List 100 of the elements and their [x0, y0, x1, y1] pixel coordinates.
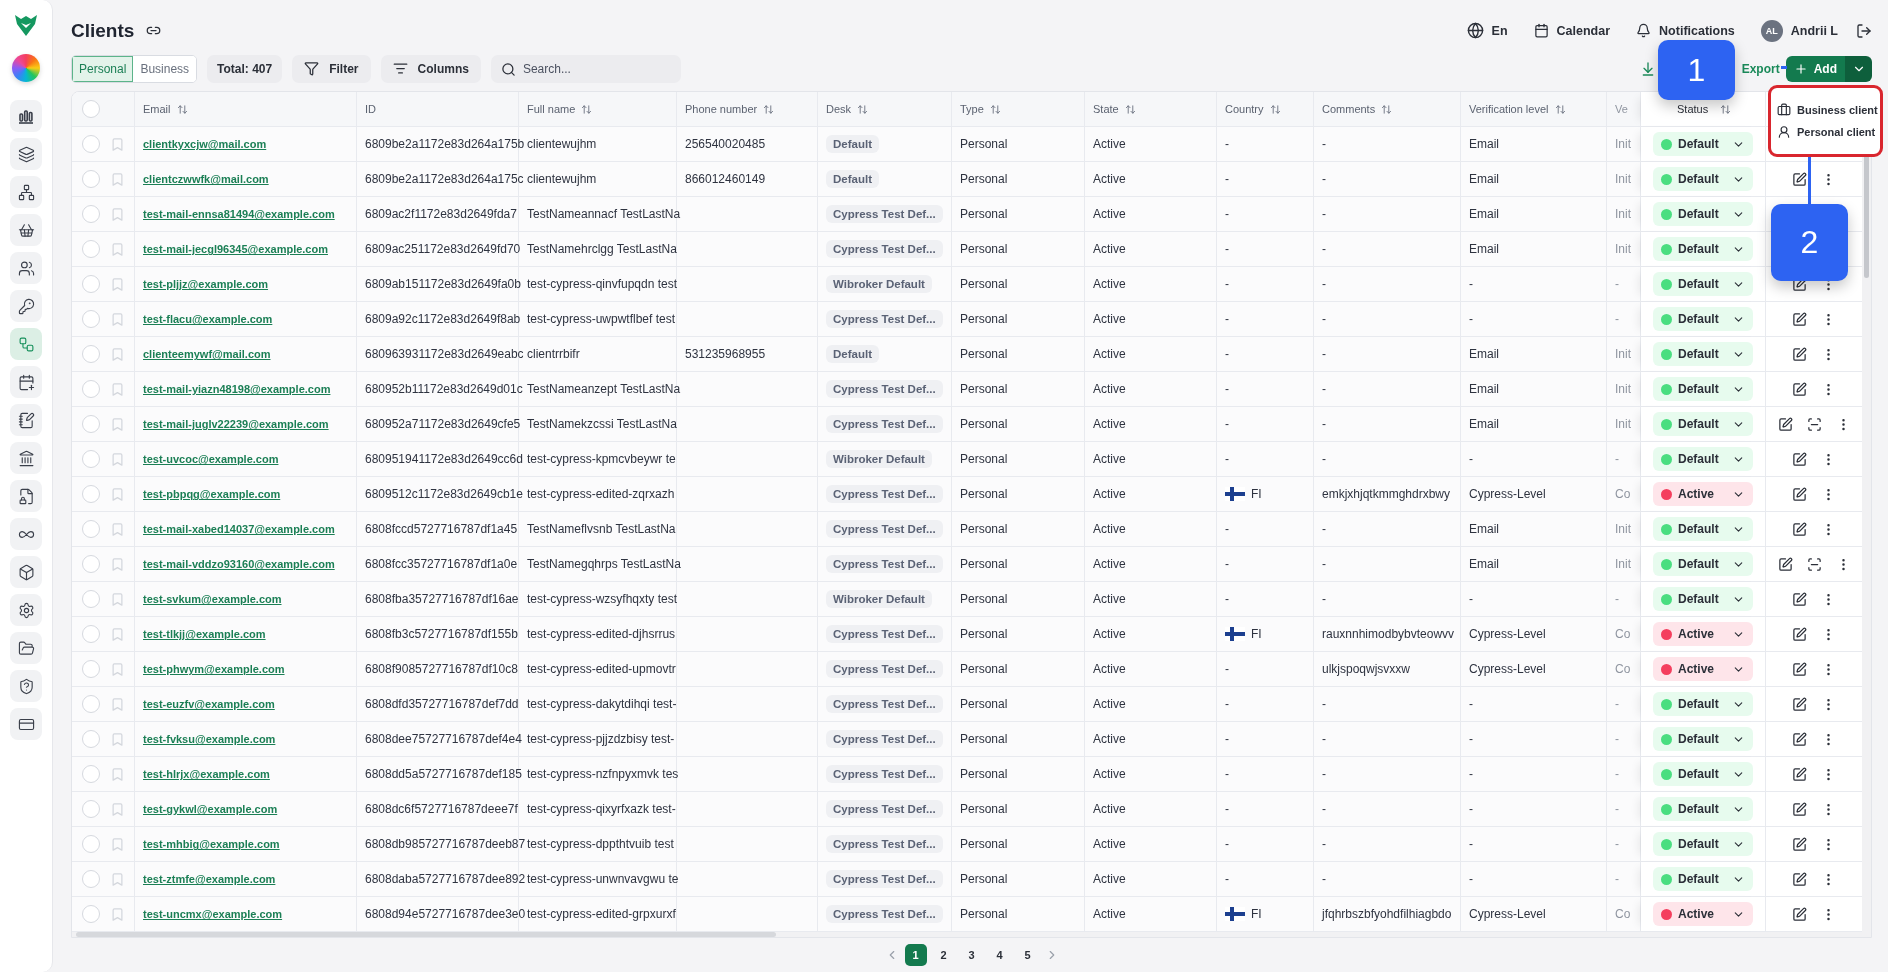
sort-icon[interactable] [857, 103, 869, 115]
email-link[interactable]: test-svkum@example.com [143, 593, 282, 606]
checkbox[interactable] [82, 380, 100, 399]
checkbox[interactable] [82, 485, 100, 504]
email-link[interactable]: test-flacu@example.com [143, 313, 273, 326]
email-link[interactable]: test-ztmfe@example.com [143, 873, 276, 886]
edit-icon[interactable] [1792, 871, 1807, 887]
status-dropdown[interactable]: Active [1653, 622, 1753, 647]
email-link[interactable]: test-fvksu@example.com [143, 733, 276, 746]
edit-icon[interactable] [1777, 416, 1793, 432]
checkbox[interactable] [82, 275, 100, 294]
checkbox[interactable] [82, 415, 100, 434]
checkbox[interactable] [82, 835, 100, 854]
status-dropdown[interactable]: Default [1653, 692, 1753, 717]
sort-icon[interactable] [1554, 103, 1566, 115]
checkbox[interactable] [82, 730, 100, 749]
status-dropdown[interactable]: Default [1653, 587, 1753, 612]
checkbox[interactable] [82, 345, 100, 364]
sort-icon[interactable] [1381, 103, 1393, 115]
sidebar-item[interactable] [10, 404, 42, 436]
status-dropdown[interactable]: Default [1653, 342, 1753, 367]
status-dropdown[interactable]: Default [1653, 202, 1753, 227]
checkbox[interactable] [82, 870, 100, 889]
sort-icon[interactable] [763, 103, 775, 115]
email-link[interactable]: test-gykwl@example.com [143, 803, 278, 816]
edit-icon[interactable] [1792, 486, 1807, 502]
status-dropdown[interactable]: Default [1653, 377, 1753, 402]
status-dropdown[interactable]: Default [1653, 307, 1753, 332]
email-link[interactable]: test-mail-juglv22239@example.com [143, 418, 329, 431]
add-dropdown-button[interactable] [1845, 55, 1872, 82]
checkbox[interactable] [82, 240, 100, 259]
email-link[interactable]: clienteemywf@mail.com [143, 348, 271, 361]
sort-icon[interactable] [581, 103, 593, 115]
email-link[interactable]: test-mail-vddzo93160@example.com [143, 558, 335, 571]
checkbox[interactable] [82, 520, 100, 539]
add-button[interactable]: Add [1785, 55, 1845, 82]
sidebar-item[interactable] [10, 556, 42, 588]
checkbox[interactable] [82, 625, 100, 644]
checkbox[interactable] [82, 170, 100, 189]
checkbox[interactable] [82, 100, 100, 119]
status-dropdown[interactable]: Active [1653, 902, 1753, 927]
status-dropdown[interactable]: Default [1653, 272, 1753, 297]
sidebar-item[interactable] [10, 138, 42, 170]
status-dropdown[interactable]: Default [1653, 552, 1753, 577]
sidebar-item[interactable] [10, 252, 42, 284]
sidebar-item[interactable] [10, 366, 42, 398]
edit-icon[interactable] [1792, 171, 1807, 187]
email-link[interactable]: test-pbpqg@example.com [143, 488, 281, 501]
status-dropdown[interactable]: Default [1653, 762, 1753, 787]
email-link[interactable]: test-euzfv@example.com [143, 698, 275, 711]
email-link[interactable]: test-pljjz@example.com [143, 278, 269, 291]
email-link[interactable]: clientczwwfk@mail.com [143, 173, 269, 186]
sort-icon[interactable] [1124, 103, 1136, 115]
sidebar-item[interactable] [10, 176, 42, 208]
checkbox[interactable] [82, 135, 100, 154]
edit-icon[interactable] [1792, 591, 1807, 607]
page-button[interactable]: 4 [988, 944, 1011, 967]
sort-icon[interactable] [1269, 103, 1281, 115]
columns-button[interactable]: Columns [380, 54, 481, 83]
email-link[interactable]: test-mail-xabed14037@example.com [143, 523, 335, 536]
status-dropdown[interactable]: Default [1653, 727, 1753, 752]
email-link[interactable]: test-hlrjx@example.com [143, 768, 270, 781]
edit-icon[interactable] [1792, 801, 1807, 817]
sidebar-item[interactable] [10, 214, 42, 246]
edit-icon[interactable] [1792, 766, 1807, 782]
segment-tab[interactable]: Personal [72, 55, 134, 82]
checkbox[interactable] [82, 590, 100, 609]
email-link[interactable]: test-phwym@example.com [143, 663, 285, 676]
search-field[interactable]: Search... [490, 54, 681, 83]
sidebar-item[interactable] [10, 594, 42, 626]
checkbox[interactable] [82, 800, 100, 819]
checkbox[interactable] [82, 310, 100, 329]
edit-icon[interactable] [1792, 521, 1807, 537]
email-link[interactable]: test-mhbig@example.com [143, 838, 280, 851]
email-link[interactable]: test-mail-yiazn48198@example.com [143, 383, 331, 396]
edit-icon[interactable] [1792, 696, 1807, 712]
sort-icon[interactable] [176, 103, 188, 115]
status-dropdown[interactable]: Default [1653, 447, 1753, 472]
edit-icon[interactable] [1792, 626, 1807, 642]
page-button[interactable]: 5 [1016, 944, 1039, 967]
menu-item[interactable]: Business client [1777, 103, 1880, 117]
notifications-button[interactable]: Notifications [1636, 23, 1735, 39]
status-dropdown[interactable]: Default [1653, 867, 1753, 892]
export-button[interactable]: Export [1741, 61, 1780, 76]
sidebar-item[interactable] [10, 442, 42, 474]
filter-button[interactable]: Filter [292, 54, 371, 83]
status-dropdown[interactable]: Default [1653, 797, 1753, 822]
edit-icon[interactable] [1792, 661, 1807, 677]
edit-icon[interactable] [1792, 906, 1807, 922]
edit-icon[interactable] [1792, 731, 1807, 747]
status-dropdown[interactable]: Default [1653, 237, 1753, 262]
sidebar-item[interactable] [10, 480, 42, 512]
color-wheel-icon[interactable] [12, 54, 40, 82]
email-link[interactable]: test-tlkjj@example.com [143, 628, 266, 641]
page-button[interactable]: 1 [904, 944, 927, 967]
scan-icon[interactable] [1806, 416, 1822, 432]
edit-icon[interactable] [1792, 346, 1807, 362]
sidebar-item[interactable] [10, 290, 42, 322]
sidebar-item[interactable] [10, 670, 42, 702]
status-dropdown[interactable]: Default [1653, 132, 1753, 157]
